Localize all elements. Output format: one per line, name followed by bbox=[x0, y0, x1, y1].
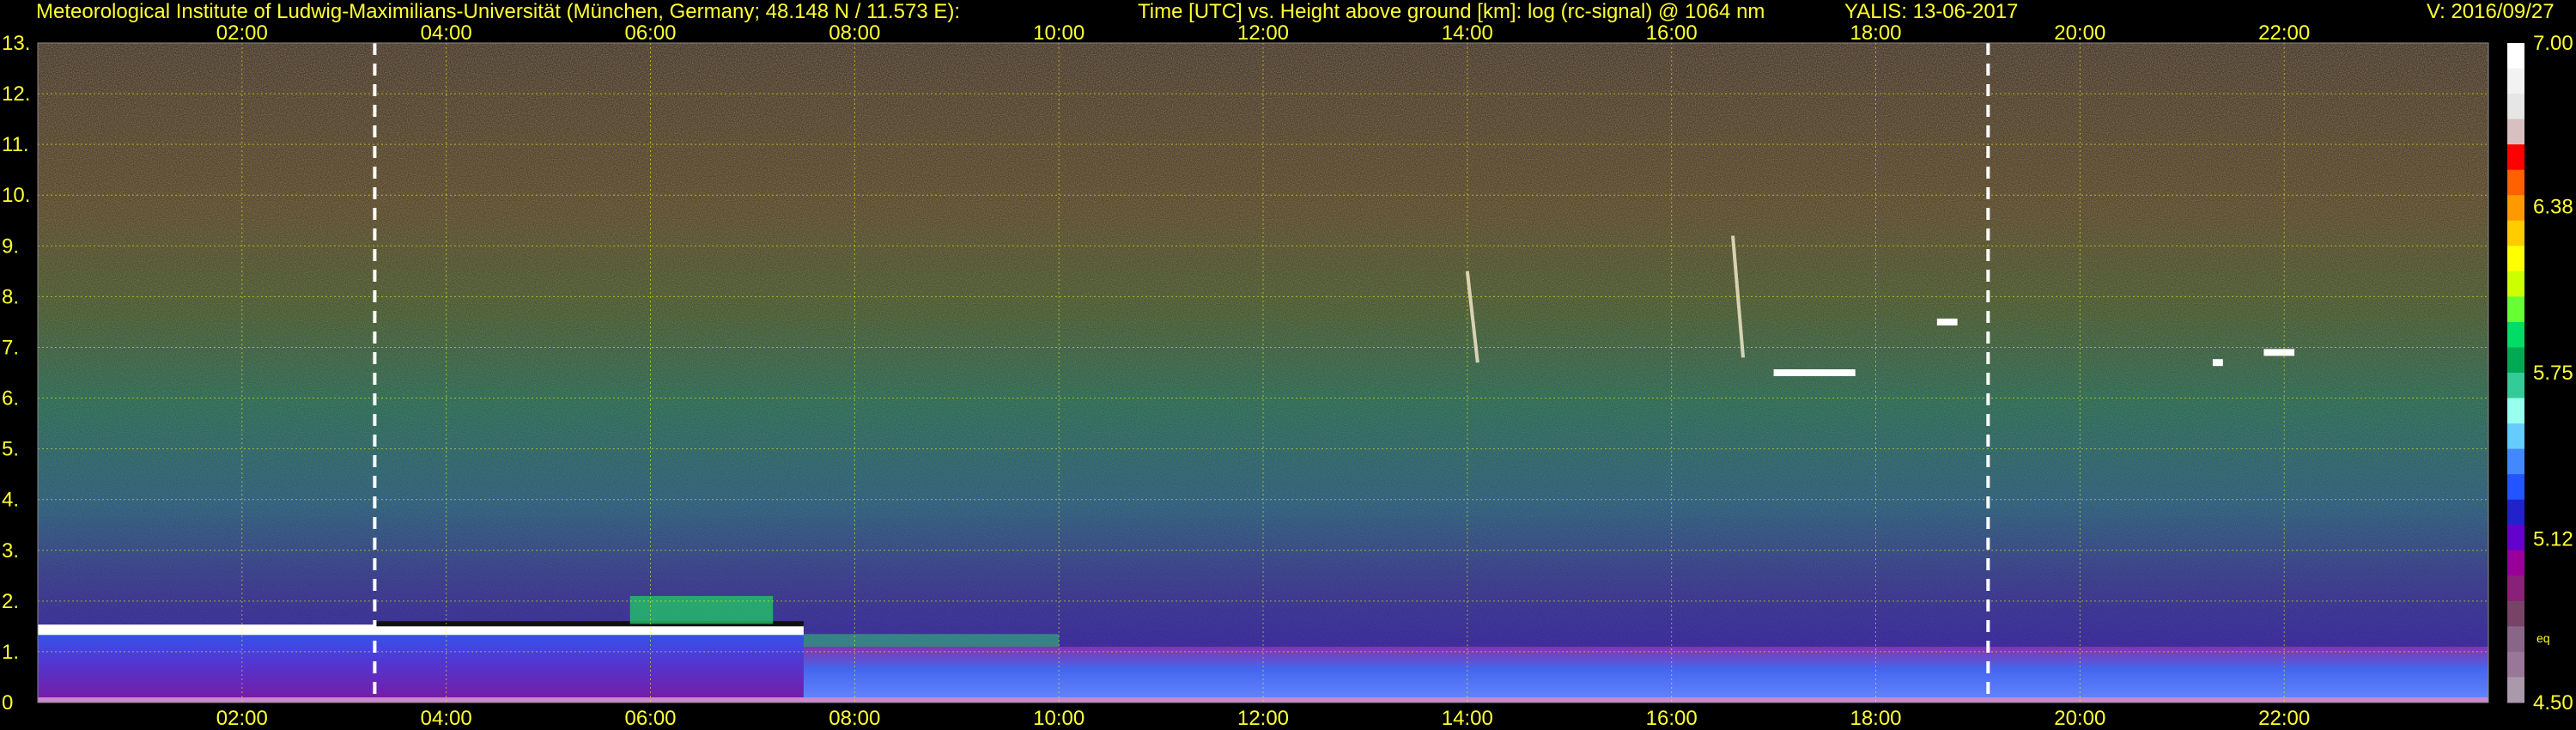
colorbar-swatch bbox=[2507, 448, 2524, 475]
colorbar-swatch bbox=[2507, 373, 2524, 399]
colorbar-swatch bbox=[2507, 525, 2524, 551]
colorbar-swatch bbox=[2507, 575, 2524, 602]
x-axis-top-ticks: 02:00 04:00 06:00 08:00 10:00 12:00 14:00 16:00… bbox=[216, 21, 2310, 45]
x-tick-label-bottom: 22:00 bbox=[2258, 707, 2310, 730]
x-tick-label-top: 08:00 bbox=[829, 21, 880, 45]
colorbar-swatch bbox=[2507, 43, 2524, 70]
residual-layer-green bbox=[629, 595, 774, 624]
colorbar-swatch bbox=[2507, 600, 2524, 627]
colorbar-swatch bbox=[2507, 347, 2524, 374]
night-boundary-layer bbox=[38, 631, 804, 703]
colorbar-label: 6.38 bbox=[2533, 195, 2573, 218]
colorbar-swatch bbox=[2507, 550, 2524, 576]
y-tick-label: 5. bbox=[2, 438, 19, 461]
transition-layer bbox=[803, 634, 1060, 648]
colorbar-swatch bbox=[2507, 626, 2524, 653]
x-tick-label-top: 04:00 bbox=[421, 21, 472, 45]
x-tick-label-top: 06:00 bbox=[624, 21, 676, 45]
x-tick-label-top: 14:00 bbox=[1442, 21, 1493, 45]
x-tick-label-top: 12:00 bbox=[1237, 21, 1289, 45]
y-axis-ticks: 0 1. 2. 3. 4. 5. 6. 7. 8. 9. 10. 11. 12. 13. bbox=[2, 32, 30, 715]
day-boundary-layer bbox=[803, 647, 2488, 703]
y-tick-label: 9. bbox=[2, 234, 19, 258]
colorbar-swatch bbox=[2507, 651, 2524, 678]
y-tick-label: 1. bbox=[2, 641, 19, 664]
colorbar-swatch bbox=[2507, 220, 2524, 246]
colorbar-label: 4.50 bbox=[2533, 691, 2573, 715]
x-tick-label-top: 18:00 bbox=[1850, 21, 1901, 45]
cloud-0 bbox=[1773, 369, 1856, 376]
x-tick-label-bottom: 18:00 bbox=[1850, 707, 1901, 730]
colorbar-swatch bbox=[2507, 144, 2524, 171]
colorbar-swatch bbox=[2507, 474, 2524, 501]
x-axis-bottom-ticks: 02:00 04:00 06:00 08:00 10:00 12:00 14:00 16:00… bbox=[216, 707, 2310, 730]
colorbar-swatch bbox=[2507, 246, 2524, 272]
x-tick-label-top: 22:00 bbox=[2258, 21, 2310, 45]
cloud-1 bbox=[1936, 318, 1958, 325]
colorbar: 7.00 6.38 5.75 5.12 4.50 eq bbox=[2507, 32, 2573, 715]
y-tick-label: 8. bbox=[2, 285, 19, 308]
colorbar-swatch bbox=[2507, 195, 2524, 222]
colorbar-swatch bbox=[2507, 68, 2524, 94]
y-tick-label: 3. bbox=[2, 539, 19, 563]
y-tick-label: 10. bbox=[2, 184, 30, 207]
colorbar-swatch bbox=[2507, 499, 2524, 526]
x-tick-label-bottom: 10:00 bbox=[1033, 707, 1084, 730]
y-tick-label: 11. bbox=[2, 133, 29, 156]
colorbar-swatch bbox=[2507, 119, 2524, 145]
colorbar-swatch bbox=[2507, 677, 2524, 703]
cloud-2 bbox=[2212, 359, 2223, 367]
colorbar-swatch bbox=[2507, 296, 2524, 323]
x-tick-label-top: 16:00 bbox=[1646, 21, 1698, 45]
x-tick-label-bottom: 16:00 bbox=[1646, 707, 1698, 730]
y-tick-label: 4. bbox=[2, 489, 19, 512]
colorbar-label: 5.75 bbox=[2533, 362, 2573, 385]
colorbar-label: 5.12 bbox=[2533, 528, 2573, 551]
y-tick-label: 0 bbox=[2, 691, 13, 715]
x-tick-label-bottom: 14:00 bbox=[1442, 707, 1493, 730]
y-tick-label: 6. bbox=[2, 387, 19, 411]
colorbar-label: 7.00 bbox=[2533, 32, 2573, 55]
x-tick-label-bottom: 12:00 bbox=[1237, 707, 1289, 730]
x-tick-label-bottom: 20:00 bbox=[2054, 707, 2105, 730]
colorbar-swatch bbox=[2507, 398, 2524, 424]
colorbar-swatch bbox=[2507, 169, 2524, 196]
colorbar-note: eq bbox=[2537, 631, 2550, 645]
x-tick-label-bottom: 02:00 bbox=[216, 707, 268, 730]
colorbar-swatch bbox=[2507, 321, 2524, 348]
x-tick-label-bottom: 06:00 bbox=[624, 707, 676, 730]
x-tick-label-bottom: 04:00 bbox=[421, 707, 472, 730]
colorbar-swatch bbox=[2507, 423, 2524, 450]
colorbar-swatch bbox=[2507, 94, 2524, 120]
x-tick-label-bottom: 08:00 bbox=[829, 707, 880, 730]
colorbar-swatch bbox=[2507, 271, 2524, 297]
y-tick-label: 7. bbox=[2, 336, 19, 359]
x-tick-label-top: 20:00 bbox=[2054, 21, 2105, 45]
y-tick-label: 2. bbox=[2, 590, 19, 613]
x-tick-label-top: 10:00 bbox=[1033, 21, 1084, 45]
lidar-quicklook-chart: 0 1. 2. 3. 4. 5. 6. 7. 8. 9. 10. 11. 12. 13. 02:00 04:… bbox=[2, 21, 2573, 730]
cloud-3 bbox=[2263, 349, 2295, 356]
y-tick-label: 12. bbox=[2, 82, 30, 106]
y-tick-label: 13. bbox=[2, 32, 30, 55]
x-tick-label-top: 02:00 bbox=[216, 21, 268, 45]
